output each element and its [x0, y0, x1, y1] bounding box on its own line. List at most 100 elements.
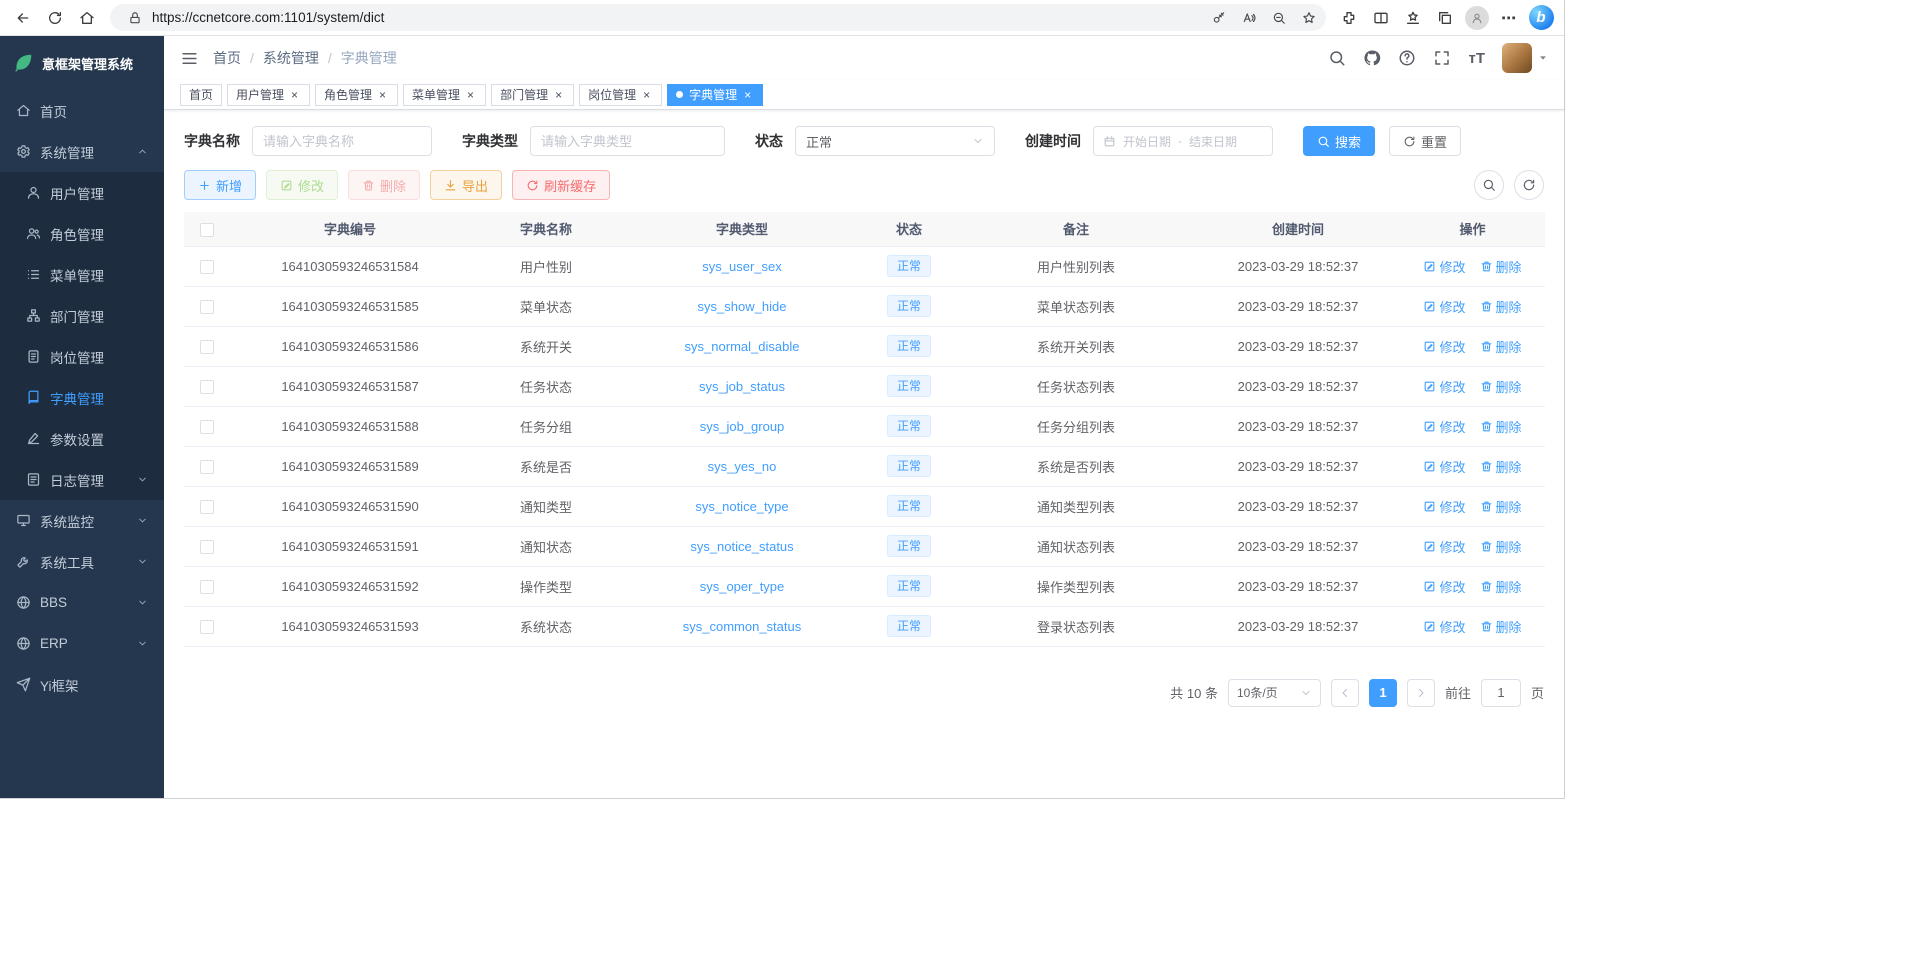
close-icon[interactable]: × [288, 88, 301, 101]
sidebar-item-post-mgmt[interactable]: 岗位管理 [0, 336, 164, 377]
page-size-select[interactable]: 10条/页 [1228, 679, 1321, 707]
row-edit-link[interactable]: 修改 [1423, 417, 1465, 436]
row-checkbox[interactable] [200, 260, 214, 274]
status-select[interactable]: 正常 [795, 126, 995, 156]
row-delete-link[interactable]: 删除 [1480, 457, 1522, 476]
favorites-bar-icon[interactable] [1398, 3, 1428, 33]
sidebar-item-system-mgmt[interactable]: 系统管理 [0, 131, 164, 172]
close-icon[interactable]: × [741, 88, 754, 101]
dict-name-input[interactable] [252, 126, 432, 156]
browser-more-icon[interactable]: ⋯ [1494, 3, 1524, 33]
tab-item[interactable]: 首页 [180, 84, 222, 106]
sidebar-item-user-mgmt[interactable]: 用户管理 [0, 172, 164, 213]
close-icon[interactable]: × [552, 88, 565, 101]
dict-type-link[interactable]: sys_notice_type [695, 499, 788, 514]
browser-refresh-icon[interactable] [40, 3, 70, 33]
collections-icon[interactable] [1430, 3, 1460, 33]
reset-button[interactable]: 重置 [1389, 126, 1461, 156]
lock-icon[interactable] [122, 6, 148, 30]
sidebar-item-param-settings[interactable]: 参数设置 [0, 418, 164, 459]
date-range-picker[interactable]: 开始日期 - 结束日期 [1093, 126, 1273, 156]
font-size-icon[interactable]: тT [1468, 50, 1485, 67]
refresh-table-button[interactable] [1514, 170, 1544, 200]
select-all-checkbox[interactable] [200, 223, 214, 237]
row-checkbox[interactable] [200, 540, 214, 554]
tab-item[interactable]: 角色管理× [315, 84, 398, 106]
row-edit-link[interactable]: 修改 [1423, 337, 1465, 356]
fullscreen-icon[interactable] [1433, 49, 1451, 67]
address-bar[interactable]: https://ccnetcore.com:1101/system/dict [110, 4, 1326, 31]
row-delete-link[interactable]: 删除 [1480, 577, 1522, 596]
app-logo[interactable]: 意框架管理系统 [0, 36, 164, 90]
row-delete-link[interactable]: 删除 [1480, 337, 1522, 356]
sidebar-item-log-mgmt[interactable]: 日志管理 [0, 459, 164, 500]
next-page-button[interactable] [1407, 679, 1435, 707]
dict-type-link[interactable]: sys_common_status [683, 619, 802, 634]
row-delete-link[interactable]: 删除 [1480, 377, 1522, 396]
favorite-star-icon[interactable] [1296, 6, 1322, 30]
extensions-icon[interactable] [1334, 3, 1364, 33]
tab-item[interactable]: 部门管理× [491, 84, 574, 106]
hamburger-icon[interactable] [180, 49, 199, 68]
dict-type-link[interactable]: sys_job_group [700, 419, 785, 434]
current-page[interactable]: 1 [1369, 679, 1397, 707]
sidebar-item-dict-mgmt[interactable]: 字典管理 [0, 377, 164, 418]
breadcrumb-item[interactable]: 首页 [213, 48, 241, 68]
row-checkbox[interactable] [200, 300, 214, 314]
dict-type-link[interactable]: sys_normal_disable [685, 339, 800, 354]
dict-type-link[interactable]: sys_show_hide [698, 299, 787, 314]
row-delete-link[interactable]: 删除 [1480, 257, 1522, 276]
sidebar-item-erp[interactable]: ERP [0, 623, 164, 664]
zoom-out-icon[interactable] [1266, 6, 1292, 30]
row-checkbox[interactable] [200, 460, 214, 474]
close-icon[interactable]: × [640, 88, 653, 101]
dict-type-link[interactable]: sys_job_status [699, 379, 785, 394]
prev-page-button[interactable] [1331, 679, 1359, 707]
delete-button[interactable]: 删除 [348, 170, 420, 200]
password-key-icon[interactable] [1206, 6, 1232, 30]
row-delete-link[interactable]: 删除 [1480, 297, 1522, 316]
row-checkbox[interactable] [200, 340, 214, 354]
row-checkbox[interactable] [200, 580, 214, 594]
sidebar-item-system-tools[interactable]: 系统工具 [0, 541, 164, 582]
row-edit-link[interactable]: 修改 [1423, 617, 1465, 636]
edit-button[interactable]: 修改 [266, 170, 338, 200]
browser-back-icon[interactable] [8, 3, 38, 33]
close-icon[interactable]: × [464, 88, 477, 101]
tab-item[interactable]: 字典管理× [667, 84, 763, 106]
tab-item[interactable]: 菜单管理× [403, 84, 486, 106]
dict-type-link[interactable]: sys_user_sex [702, 259, 781, 274]
export-button[interactable]: 导出 [430, 170, 502, 200]
dict-type-input[interactable] [530, 126, 725, 156]
row-edit-link[interactable]: 修改 [1423, 457, 1465, 476]
row-delete-link[interactable]: 删除 [1480, 497, 1522, 516]
row-delete-link[interactable]: 删除 [1480, 417, 1522, 436]
tab-item[interactable]: 用户管理× [227, 84, 310, 106]
help-icon[interactable] [1398, 49, 1416, 67]
sidebar-item-bbs[interactable]: BBS [0, 582, 164, 623]
user-menu[interactable] [1502, 43, 1548, 73]
close-icon[interactable]: × [376, 88, 389, 101]
split-screen-icon[interactable] [1366, 3, 1396, 33]
row-checkbox[interactable] [200, 500, 214, 514]
sidebar-item-yi-framework[interactable]: Yi框架 [0, 664, 164, 705]
sidebar-item-dept-mgmt[interactable]: 部门管理 [0, 295, 164, 336]
read-aloud-icon[interactable] [1236, 6, 1262, 30]
add-button[interactable]: 新增 [184, 170, 256, 200]
row-edit-link[interactable]: 修改 [1423, 497, 1465, 516]
github-icon[interactable] [1363, 49, 1381, 67]
bing-chat-icon[interactable]: b [1526, 3, 1556, 33]
toggle-search-button[interactable] [1474, 170, 1504, 200]
tab-item[interactable]: 岗位管理× [579, 84, 662, 106]
row-edit-link[interactable]: 修改 [1423, 577, 1465, 596]
sidebar-item-home[interactable]: 首页 [0, 90, 164, 131]
row-edit-link[interactable]: 修改 [1423, 377, 1465, 396]
header-search-icon[interactable] [1328, 49, 1346, 67]
row-delete-link[interactable]: 删除 [1480, 537, 1522, 556]
browser-home-icon[interactable] [72, 3, 102, 33]
row-checkbox[interactable] [200, 620, 214, 634]
dict-type-link[interactable]: sys_notice_status [690, 539, 793, 554]
sidebar-item-system-monitor[interactable]: 系统监控 [0, 500, 164, 541]
refresh-cache-button[interactable]: 刷新缓存 [512, 170, 610, 200]
sidebar-item-menu-mgmt[interactable]: 菜单管理 [0, 254, 164, 295]
